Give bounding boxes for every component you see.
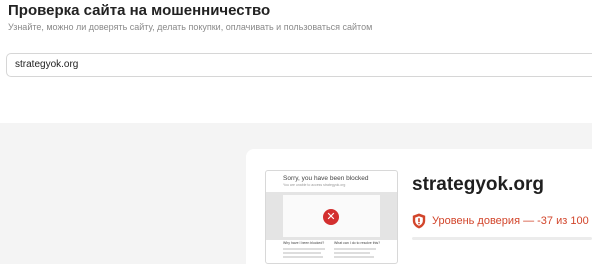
screenshot-text-line [283, 256, 323, 258]
close-icon: ✕ [323, 209, 339, 225]
site-screenshot-thumbnail[interactable]: Sorry, you have been blocked You are una… [265, 170, 398, 264]
search-input[interactable] [15, 59, 555, 70]
page-subtitle: Узнайте, можно ли доверять сайту, делать… [8, 22, 373, 32]
shield-warning-icon [412, 213, 426, 229]
search-field[interactable] [6, 53, 592, 77]
trust-level: Уровень доверия — -37 из 100 [412, 213, 589, 229]
screenshot-question-right: What can I do to resolve this? [334, 241, 381, 245]
screenshot-subheading: You are unable to access strategyok.org [283, 183, 346, 187]
trust-level-text: Уровень доверия — -37 из 100 [432, 215, 589, 227]
screenshot-text-line [334, 256, 374, 258]
screenshot-question-left: Why have I been blocked? [283, 241, 325, 245]
screenshot-heading: Sorry, you have been blocked [283, 175, 369, 182]
page-title: Проверка сайта на мошенничество [8, 2, 271, 19]
trust-level-bar [412, 237, 592, 240]
screenshot-text-line [334, 248, 376, 250]
screenshot-text-line [283, 252, 321, 254]
screenshot-text-line [283, 248, 325, 250]
screenshot-text-line [334, 252, 370, 254]
result-domain: strategyok.org [412, 174, 544, 195]
